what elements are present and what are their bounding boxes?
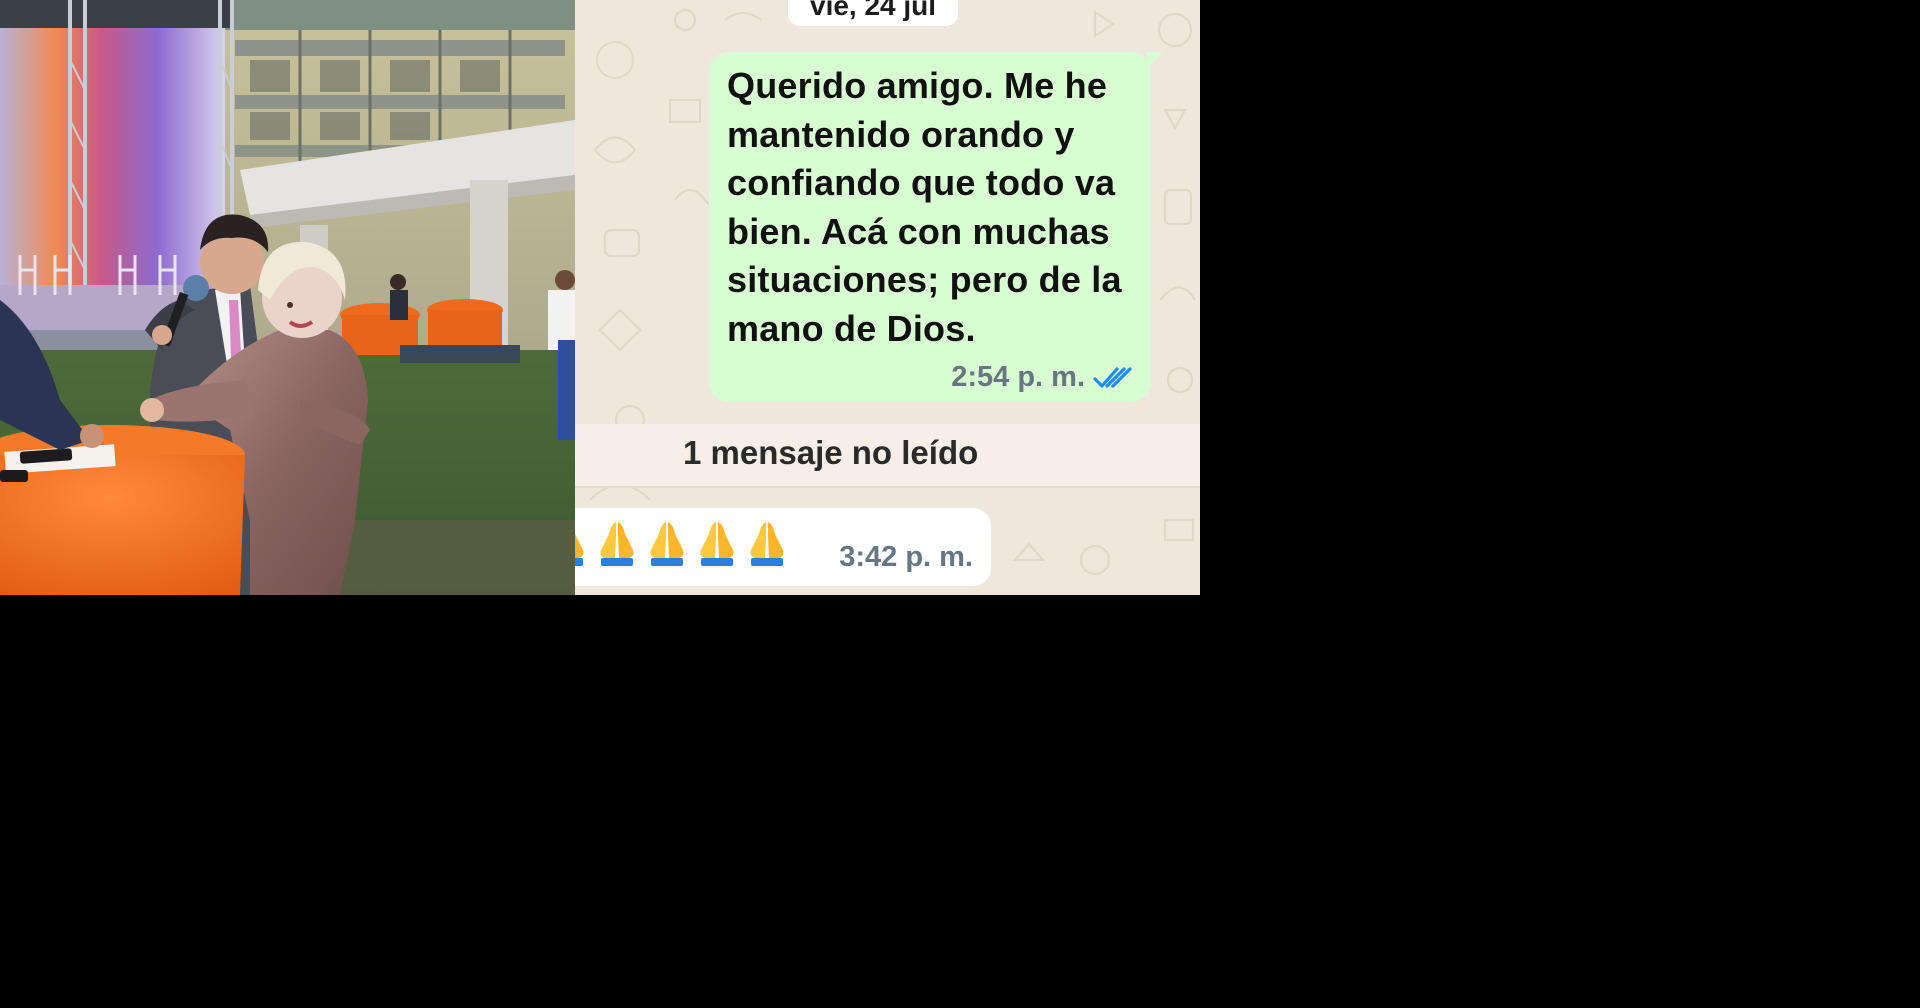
- pray-emoji-icon: [575, 534, 584, 566]
- pray-emoji-icon: [600, 522, 634, 566]
- message-line: bien. Acá con muchas: [727, 210, 1110, 252]
- outgoing-message-time: 2:54 p. m.: [951, 361, 1085, 393]
- unread-messages-banner: 1 mensaje no leído: [575, 424, 1200, 488]
- message-line: situaciones; pero de la: [727, 259, 1122, 300]
- pray-emoji-icon: [650, 522, 684, 566]
- pray-emoji-icon: [750, 522, 784, 566]
- message-line: mantenido orando y: [727, 113, 1075, 155]
- event-photo: [0, 0, 575, 595]
- incoming-message-bubble[interactable]: 3:42 p. m.: [575, 508, 991, 586]
- date-separator: vie, 24 jul: [788, 0, 959, 26]
- outgoing-message-bubble[interactable]: Querido amigo. Me he mantenido orando y …: [709, 52, 1163, 402]
- message-line: Querido amigo. Me he: [727, 65, 1108, 106]
- message-line: confiando que todo va: [727, 162, 1116, 203]
- double-check-read-icon: [1093, 365, 1133, 391]
- chat-screenshot: vie, 24 jul Querido amigo. Me he manteni…: [575, 0, 1200, 595]
- composite-image: vie, 24 jul Querido amigo. Me he manteni…: [0, 0, 1200, 595]
- outgoing-message-text: Querido amigo. Me he mantenido orando y …: [727, 62, 1133, 353]
- unread-messages-label: 1 mensaje no leído: [683, 434, 979, 471]
- incoming-message-time: 3:42 p. m.: [839, 541, 973, 573]
- message-line: mano de Dios.: [727, 307, 976, 349]
- incoming-message-emojis: [575, 518, 789, 566]
- pray-emoji-icon: [700, 522, 734, 566]
- outgoing-message-meta: 2:54 p. m.: [951, 361, 1133, 394]
